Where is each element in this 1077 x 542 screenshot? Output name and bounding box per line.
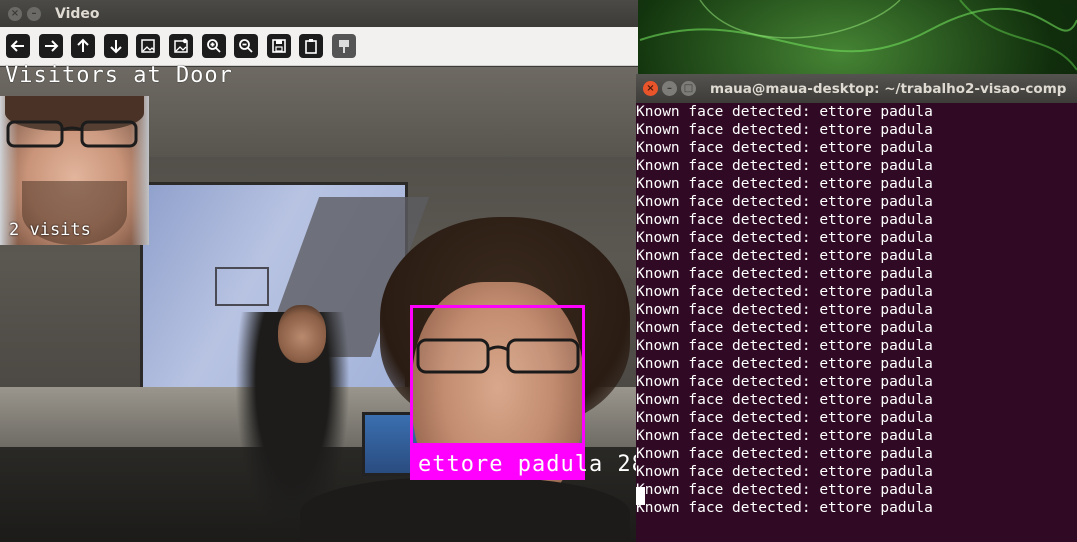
terminal-line: Known face detected: ettore padula — [636, 320, 933, 336]
terminal-line: Known face detected: ettore padula — [636, 428, 933, 444]
terminal-line: Known face detected: ettore padula — [636, 392, 933, 408]
terminal-line: Known face detected: ettore padula — [636, 338, 933, 354]
terminal-line: Known face detected: ettore padula — [636, 104, 933, 120]
video-window-title: Video — [55, 5, 100, 22]
terminal-cursor — [636, 487, 645, 505]
arrow-up-icon — [77, 38, 89, 52]
terminal-title: maua@maua-desktop: ~/trabalho2-visao-com… — [710, 80, 1067, 97]
save-icon — [271, 39, 286, 53]
glasses-icon — [6, 120, 138, 148]
background-person-head — [278, 305, 326, 363]
clipboard-icon — [305, 39, 318, 54]
terminal-line: Known face detected: ettore padula — [636, 230, 933, 246]
terminal-line: Known face detected: ettore padula — [636, 374, 933, 390]
close-icon[interactable]: × — [8, 6, 22, 21]
zoom-in-button[interactable] — [201, 34, 226, 58]
zoom-out-button[interactable] — [234, 34, 259, 58]
terminal-line: Known face detected: ettore padula — [636, 302, 933, 318]
maximize-icon[interactable]: □ — [681, 81, 696, 96]
copy-button[interactable] — [299, 34, 324, 58]
video-window-titlebar[interactable]: × – Video — [0, 0, 638, 27]
brush-icon — [338, 40, 349, 53]
terminal-line: Known face detected: ettore padula — [636, 266, 933, 282]
visits-count-label: 2 visits — [9, 220, 91, 240]
arrow-left-icon — [10, 40, 24, 52]
zoom-in-to-fit-button[interactable] — [136, 34, 161, 58]
terminal-line: Known face detected: ettore padula — [636, 248, 933, 264]
close-icon[interactable]: × — [643, 81, 658, 96]
terminal-line: Known face detected: ettore padula — [636, 446, 933, 462]
arrow-down-icon — [110, 40, 122, 54]
terminal-line: Known face detected: ettore padula — [636, 410, 933, 426]
terminal-window: × – □ maua@maua-desktop: ~/trabalho2-vis… — [636, 74, 1077, 542]
terminal-line: Known face detected: ettore padula — [636, 500, 933, 516]
pan-left-button[interactable] — [6, 34, 30, 58]
terminal-line: Known face detected: ettore padula — [636, 482, 933, 498]
terminal-line: Known face detected: ettore padula — [636, 464, 933, 480]
face-label: ettore padula 28 — [418, 452, 638, 477]
save-button[interactable] — [266, 34, 291, 58]
terminal-line: Known face detected: ettore padula — [636, 122, 933, 138]
zoom-original-button[interactable] — [168, 34, 193, 58]
terminal-line: Known face detected: ettore padula — [636, 194, 933, 210]
terminal-line: Known face detected: ettore padula — [636, 284, 933, 300]
image-plus-icon — [174, 38, 188, 53]
pan-up-button[interactable] — [71, 34, 96, 58]
screen-logo-box — [215, 267, 269, 306]
image-icon — [141, 39, 156, 53]
terminal-line: Known face detected: ettore padula — [636, 158, 933, 174]
video-window: × – Video Visitors at Door 2 visits etto… — [0, 0, 638, 542]
main-person-body — [300, 477, 630, 542]
terminal-line: Known face detected: ettore padula — [636, 176, 933, 192]
terminal-titlebar[interactable]: × – □ maua@maua-desktop: ~/trabalho2-vis… — [636, 74, 1077, 103]
arrow-right-icon — [44, 40, 59, 52]
zoom-out-icon — [239, 39, 253, 53]
terminal-line: Known face detected: ettore padula — [636, 356, 933, 372]
terminal-output[interactable]: Known face detected: ettore padula Known … — [636, 103, 1077, 542]
terminal-line: Known face detected: ettore padula — [636, 212, 933, 228]
pan-down-button[interactable] — [103, 34, 128, 58]
pan-right-button[interactable] — [38, 34, 63, 58]
terminal-line: Known face detected: ettore padula — [636, 140, 933, 156]
minimize-icon[interactable]: – — [662, 81, 677, 96]
visitors-title: Visitors at Door — [5, 63, 233, 88]
properties-button[interactable] — [331, 34, 356, 58]
zoom-in-icon — [206, 39, 221, 53]
video-toolbar — [0, 27, 638, 66]
minimize-icon[interactable]: – — [27, 6, 41, 21]
